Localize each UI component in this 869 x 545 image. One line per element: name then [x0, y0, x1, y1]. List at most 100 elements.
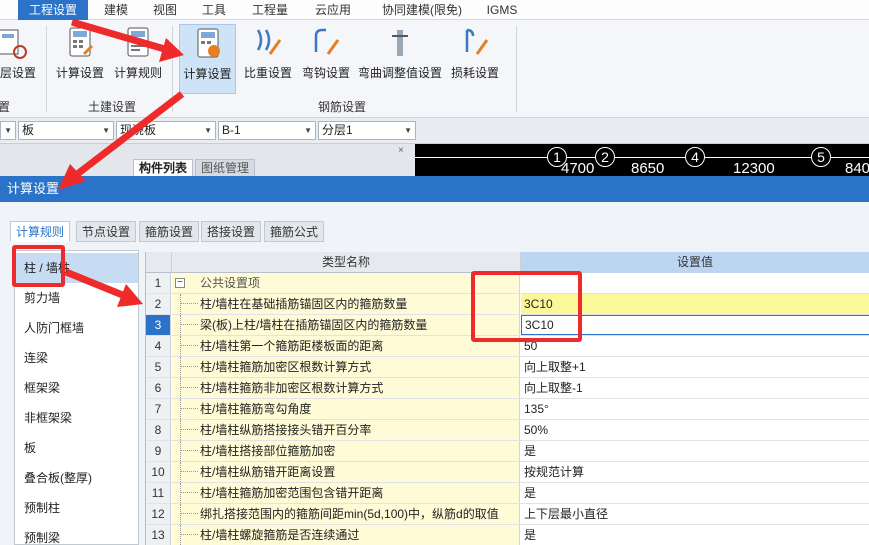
row-number: 2 — [146, 294, 171, 314]
table-row[interactable]: 13 柱/墙柱螺旋箍筋是否连续通过 是 — [146, 525, 869, 545]
tree-line — [180, 483, 181, 503]
list-item-slab[interactable]: 板 — [15, 433, 138, 463]
hook-settings-label: 弯钩设置 — [301, 66, 350, 80]
row-type-name-text: 公共设置项 — [200, 276, 261, 290]
list-item-shear-wall[interactable]: 剪力墙 — [15, 283, 138, 313]
menu-item-file-stub[interactable] — [0, 0, 15, 20]
table-row[interactable]: 11 柱/墙柱箍筋加密范围包含错开距离 是 — [146, 483, 869, 504]
menu-item-quantity[interactable]: 工程量 — [244, 0, 296, 20]
row-type-name-text: 柱/墙柱箍筋加密区根数计算方式 — [200, 360, 372, 374]
tab-stirrup-settings[interactable]: 箍筋设置 — [139, 221, 200, 242]
list-item-non-frame-beam[interactable]: 非框架梁 — [15, 403, 138, 433]
axis-dimension: 8650 — [631, 160, 665, 176]
axis-dimension: 12300 — [733, 160, 775, 176]
tree-line — [180, 450, 198, 451]
table-row[interactable]: 7 柱/墙柱箍筋弯勾角度 135° — [146, 399, 869, 420]
row-type-name: 柱/墙柱箍筋加密区根数计算方式 — [172, 357, 520, 377]
type-combo[interactable]: 现浇板 ▼ — [116, 121, 216, 140]
hook-settings-button[interactable]: 弯钩设置 — [298, 24, 354, 94]
tree-line — [180, 471, 198, 472]
list-item-composite-slab[interactable]: 叠合板(整厚) — [15, 463, 138, 493]
component-combo[interactable]: B-1 ▼ — [218, 121, 316, 140]
bend-adjust-settings-button[interactable]: 弯曲调整值设置 — [356, 24, 444, 94]
tree-line — [180, 294, 181, 314]
loss-settings-label: 损耗设置 — [450, 66, 499, 80]
tab-node-settings[interactable]: 节点设置 — [76, 221, 137, 242]
row-setting-value[interactable]: 是 — [521, 525, 869, 545]
row-setting-value[interactable]: 135° — [521, 399, 869, 419]
table-row[interactable]: 9 柱/墙柱搭接部位箍筋加密 是 — [146, 441, 869, 462]
list-item-frame-beam[interactable]: 框架梁 — [15, 373, 138, 403]
rebar-calc-settings-icon — [197, 28, 220, 58]
layer-combo-value: 分层1 — [322, 123, 353, 137]
menu-item-igms[interactable]: IGMS — [482, 0, 522, 20]
table-row[interactable]: 12 绑扎搭接范围内的箍筋间距min(5d,100)中，纵筋d的取值 上下层最小直径 — [146, 504, 869, 525]
table-row[interactable]: 8 柱/墙柱纵筋搭接接头错开百分率 50% — [146, 420, 869, 441]
loss-settings-button[interactable]: 损耗设置 — [446, 24, 504, 94]
loss-settings-icon — [465, 28, 489, 55]
row-number: 5 — [146, 357, 171, 377]
row-setting-value[interactable]: 向上取整-1 — [521, 378, 869, 398]
grid-header-corner — [146, 252, 172, 273]
floor-combo[interactable]: ▼ — [0, 121, 16, 140]
drawing-canvas[interactable]: 1 2 4 5 4700 8650 12300 840 — [415, 144, 869, 176]
tab-component-list[interactable]: 构件列表 — [133, 159, 194, 176]
close-icon[interactable]: × — [398, 145, 404, 156]
tree-line — [180, 492, 198, 493]
row-setting-value[interactable]: 按规范计算 — [521, 462, 869, 482]
menu-item-collab[interactable]: 协同建模(限免) — [370, 0, 474, 20]
menu-item-project-settings[interactable]: 工程设置 — [18, 0, 88, 20]
table-row[interactable]: 5 柱/墙柱箍筋加密区根数计算方式 向上取整+1 — [146, 357, 869, 378]
row-number: 12 — [146, 504, 171, 524]
rebar-calc-settings-button[interactable]: 计算设置 — [179, 24, 236, 94]
list-item-precast-column[interactable]: 预制柱 — [15, 493, 138, 523]
axis-dimension: 4700 — [561, 160, 595, 176]
tree-line — [180, 378, 181, 398]
floor-settings-button[interactable]: 层设置 — [0, 24, 36, 94]
tab-lap-settings[interactable]: 搭接设置 — [201, 221, 262, 242]
menu-item-modeling[interactable]: 建模 — [96, 0, 136, 20]
calc-rules-button[interactable]: 计算规则 — [110, 24, 166, 94]
chevron-down-icon: ▼ — [404, 126, 412, 135]
row-type-name-text: 柱/墙柱在基础插筋锚固区内的箍筋数量 — [200, 297, 408, 311]
collapse-icon[interactable]: − — [175, 278, 185, 288]
axis-dimension-line — [415, 157, 869, 158]
tab-stirrup-formula[interactable]: 箍筋公式 — [264, 221, 325, 242]
row-setting-value[interactable]: 50% — [521, 420, 869, 440]
density-settings-button[interactable]: 比重设置 — [240, 24, 296, 94]
row-number: 6 — [146, 378, 171, 398]
tab-drawing-management[interactable]: 图纸管理 — [195, 159, 256, 176]
list-item-coupling-beam[interactable]: 连梁 — [15, 343, 138, 373]
bend-adjust-icon — [392, 30, 408, 56]
row-type-name: 梁(板)上柱/墙柱在插筋锚固区内的箍筋数量 — [172, 315, 520, 335]
row-type-name: 柱/墙柱在基础插筋锚固区内的箍筋数量 — [172, 294, 520, 314]
chevron-down-icon: ▼ — [204, 126, 212, 135]
menu-item-view[interactable]: 视图 — [145, 0, 185, 20]
menu-item-cloud[interactable]: 云应用 — [307, 0, 359, 20]
layer-combo[interactable]: 分层1 ▼ — [318, 121, 416, 140]
table-row[interactable]: 6 柱/墙柱箍筋非加密区根数计算方式 向上取整-1 — [146, 378, 869, 399]
list-item-precast-beam[interactable]: 预制梁 — [15, 523, 138, 545]
category-combo[interactable]: 板 ▼ — [18, 121, 114, 140]
density-settings-icon — [256, 29, 282, 55]
table-row[interactable]: 10 柱/墙柱纵筋错开距离设置 按规范计算 — [146, 462, 869, 483]
ribbon-separator — [46, 26, 47, 112]
tab-calc-rules[interactable]: 计算规则 — [10, 221, 71, 242]
annotation-box — [12, 245, 65, 287]
menu-item-tools[interactable]: 工具 — [194, 0, 234, 20]
row-setting-value[interactable]: 上下层最小直径 — [521, 504, 869, 524]
row-setting-value[interactable]: 向上取整+1 — [521, 357, 869, 377]
tree-line — [180, 525, 181, 545]
grid-header-name: 类型名称 — [172, 252, 521, 273]
tree-line — [180, 345, 198, 346]
row-setting-value[interactable]: 是 — [521, 483, 869, 503]
list-item-civil-defense-door-wall[interactable]: 人防门框墙 — [15, 313, 138, 343]
civil-calc-settings-button[interactable]: 计算设置 — [52, 24, 108, 94]
row-type-name-text: 柱/墙柱第一个箍筋距楼板面的距离 — [200, 339, 384, 353]
density-settings-label: 比重设置 — [243, 66, 292, 80]
tree-line — [180, 399, 181, 419]
tree-line — [180, 504, 181, 524]
tree-line — [180, 513, 198, 514]
row-type-name: 绑扎搭接范围内的箍筋间距min(5d,100)中，纵筋d的取值 — [172, 504, 520, 524]
row-setting-value[interactable]: 是 — [521, 441, 869, 461]
